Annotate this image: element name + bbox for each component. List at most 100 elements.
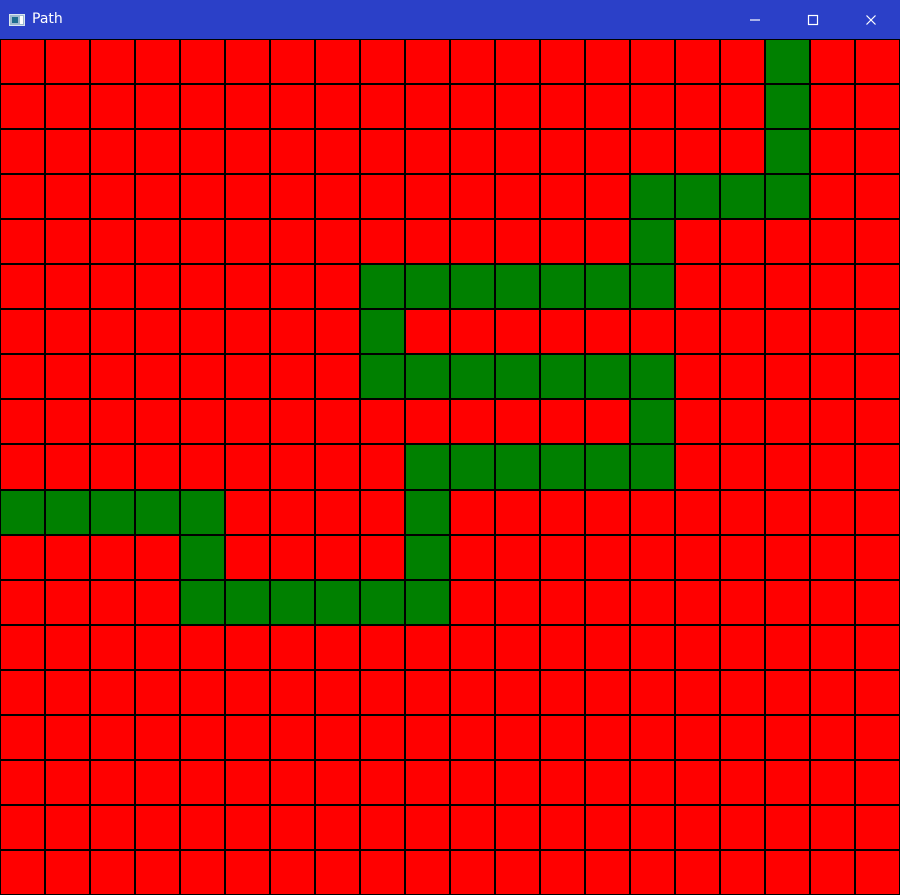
grid-cell[interactable] (270, 625, 315, 670)
grid-cell[interactable] (810, 625, 855, 670)
grid-cell[interactable] (315, 354, 360, 399)
grid-cell[interactable] (720, 625, 765, 670)
grid-cell[interactable] (270, 264, 315, 309)
grid-cell[interactable] (135, 309, 180, 354)
grid-cell[interactable] (135, 219, 180, 264)
grid-cell[interactable] (360, 535, 405, 580)
grid-cell[interactable] (0, 39, 45, 84)
grid-cell[interactable] (585, 715, 630, 760)
grid-cell[interactable] (135, 39, 180, 84)
grid-cell[interactable] (315, 264, 360, 309)
grid-cell[interactable] (135, 535, 180, 580)
grid-cell[interactable] (495, 670, 540, 715)
close-button[interactable] (842, 0, 900, 39)
grid-cell[interactable] (720, 399, 765, 444)
grid-cell[interactable] (765, 535, 810, 580)
grid-cell[interactable] (405, 39, 450, 84)
grid-cell[interactable] (585, 535, 630, 580)
grid-cell[interactable] (270, 399, 315, 444)
path-cell[interactable] (315, 580, 360, 625)
grid-cell[interactable] (450, 309, 495, 354)
grid-cell[interactable] (675, 625, 720, 670)
grid-cell[interactable] (225, 309, 270, 354)
grid-cell[interactable] (135, 670, 180, 715)
grid-cell[interactable] (90, 444, 135, 490)
path-cell[interactable] (630, 174, 675, 219)
path-cell[interactable] (135, 490, 180, 535)
grid-cell[interactable] (225, 850, 270, 895)
grid-cell[interactable] (810, 535, 855, 580)
grid-cell[interactable] (720, 129, 765, 174)
grid-cell[interactable] (135, 580, 180, 625)
grid-cell[interactable] (855, 354, 900, 399)
grid-cell[interactable] (675, 84, 720, 129)
grid-cell[interactable] (225, 535, 270, 580)
grid-cell[interactable] (585, 760, 630, 805)
grid-cell[interactable] (270, 39, 315, 84)
grid-cell[interactable] (495, 399, 540, 444)
grid-cell[interactable] (180, 399, 225, 444)
grid-cell[interactable] (315, 715, 360, 760)
grid-cell[interactable] (315, 670, 360, 715)
grid-cell[interactable] (405, 309, 450, 354)
grid-cell[interactable] (630, 760, 675, 805)
grid-cell[interactable] (540, 850, 585, 895)
grid-cell[interactable] (540, 219, 585, 264)
grid-cell[interactable] (180, 444, 225, 490)
grid-cell[interactable] (675, 490, 720, 535)
grid-cell[interactable] (585, 39, 630, 84)
grid-cell[interactable] (180, 309, 225, 354)
path-cell[interactable] (675, 174, 720, 219)
grid-cell[interactable] (540, 309, 585, 354)
grid-cell[interactable] (0, 715, 45, 760)
grid-cell[interactable] (855, 670, 900, 715)
grid-cell[interactable] (720, 670, 765, 715)
path-cell[interactable] (180, 580, 225, 625)
grid-cell[interactable] (675, 850, 720, 895)
path-cell[interactable] (405, 354, 450, 399)
path-cell[interactable] (270, 580, 315, 625)
grid-cell[interactable] (630, 805, 675, 850)
grid-cell[interactable] (540, 580, 585, 625)
path-cell[interactable] (450, 444, 495, 490)
grid-cell[interactable] (360, 444, 405, 490)
grid-cell[interactable] (360, 805, 405, 850)
grid-cell[interactable] (0, 354, 45, 399)
grid-cell[interactable] (855, 264, 900, 309)
grid-cell[interactable] (90, 219, 135, 264)
grid-cell[interactable] (630, 580, 675, 625)
grid-cell[interactable] (855, 580, 900, 625)
grid-cell[interactable] (225, 670, 270, 715)
grid-cell[interactable] (810, 805, 855, 850)
grid-cell[interactable] (585, 805, 630, 850)
grid-cell[interactable] (855, 535, 900, 580)
grid-cell[interactable] (180, 670, 225, 715)
grid-cell[interactable] (855, 174, 900, 219)
grid-cell[interactable] (675, 264, 720, 309)
grid-cell[interactable] (90, 39, 135, 84)
grid-cell[interactable] (810, 174, 855, 219)
grid-cell[interactable] (0, 219, 45, 264)
grid-cell[interactable] (675, 354, 720, 399)
grid-cell[interactable] (855, 805, 900, 850)
grid-cell[interactable] (855, 760, 900, 805)
grid-cell[interactable] (225, 354, 270, 399)
grid-cell[interactable] (810, 354, 855, 399)
grid-cell[interactable] (315, 399, 360, 444)
grid-cell[interactable] (405, 399, 450, 444)
path-cell[interactable] (405, 580, 450, 625)
path-cell[interactable] (630, 399, 675, 444)
grid-cell[interactable] (90, 805, 135, 850)
path-cell[interactable] (765, 39, 810, 84)
grid-cell[interactable] (495, 805, 540, 850)
path-cell[interactable] (630, 264, 675, 309)
grid-cell[interactable] (765, 715, 810, 760)
grid-cell[interactable] (675, 444, 720, 490)
grid-cell[interactable] (45, 39, 90, 84)
grid-cell[interactable] (630, 129, 675, 174)
grid-cell[interactable] (90, 580, 135, 625)
grid-cell[interactable] (405, 760, 450, 805)
grid-cell[interactable] (225, 174, 270, 219)
grid-cell[interactable] (315, 129, 360, 174)
grid-cell[interactable] (360, 625, 405, 670)
